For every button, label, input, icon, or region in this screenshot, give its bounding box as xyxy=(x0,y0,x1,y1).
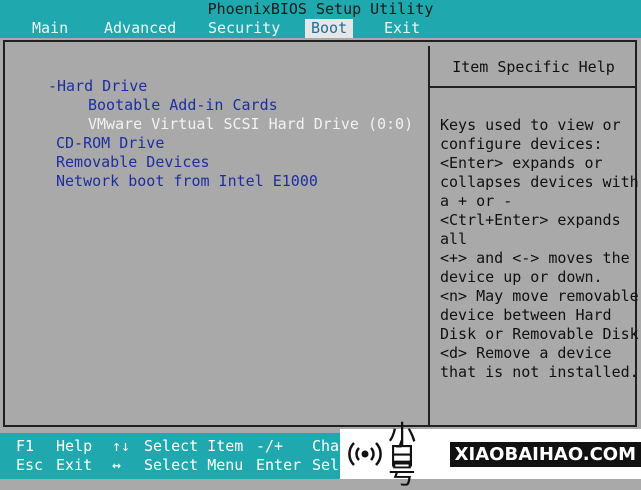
help-line: all xyxy=(440,230,468,248)
key-esc: Esc xyxy=(16,456,44,474)
help-line: <d> Remove a device xyxy=(440,344,612,362)
bios-title-bar: PhoenixBIOS Setup Utility xyxy=(0,0,641,19)
key-esc-desc: Exit xyxy=(56,456,93,474)
watermark-en-text: XIAOBAIHAO.COM xyxy=(449,441,641,467)
key-leftright: ↔ xyxy=(112,456,122,474)
bios-title: PhoenixBIOS Setup Utility xyxy=(207,0,434,18)
boot-item-network-boot[interactable]: Network boot from Intel E1000 xyxy=(56,172,318,191)
help-line: device between Hard xyxy=(440,306,612,324)
boot-item-cdrom-drive[interactable]: CD-ROM Drive xyxy=(56,134,164,153)
help-line: <Enter> expands or xyxy=(440,154,603,172)
help-line: <+> and <-> moves the xyxy=(440,249,630,267)
help-line: that is not installed. xyxy=(440,363,639,381)
watermark-banner: 小白号 XIAOBAIHAO.COM xyxy=(340,421,641,487)
menu-advanced[interactable]: Advanced xyxy=(104,19,176,38)
key-enter: Enter xyxy=(256,456,302,474)
key-f1: F1 xyxy=(16,437,35,455)
help-line: <n> May move removable xyxy=(440,287,639,305)
boot-item-hard-drive[interactable]: -Hard Drive xyxy=(48,77,147,96)
key-leftright-desc: Select Menu xyxy=(144,456,244,474)
panel-divider xyxy=(428,46,430,427)
key-updown-desc: Select Item xyxy=(144,437,244,455)
help-line: a + or - xyxy=(440,192,513,210)
help-line: collapses devices with xyxy=(440,173,639,191)
radio-wave-icon xyxy=(348,437,382,471)
boot-item-vmware-scsi-drive[interactable]: VMware Virtual SCSI Hard Drive (0:0) xyxy=(88,115,413,134)
boot-item-removable-devices[interactable]: Removable Devices xyxy=(56,153,210,172)
help-text: Keys used to view or configure devices: … xyxy=(440,116,639,382)
help-line: Keys used to view or xyxy=(440,116,621,134)
help-title: Item Specific Help xyxy=(452,58,615,76)
help-line: Disk or Removable Disk xyxy=(440,325,639,343)
menu-security[interactable]: Security xyxy=(208,19,280,38)
boot-item-bootable-add-in-cards[interactable]: Bootable Add-in Cards xyxy=(88,96,278,115)
menu-bar: Main Advanced Security Boot Exit xyxy=(0,19,641,38)
help-separator xyxy=(430,86,635,88)
help-line: configure devices: xyxy=(440,135,603,153)
menu-boot[interactable]: Boot xyxy=(305,19,354,38)
key-plus-minus: -/+ xyxy=(256,437,284,455)
key-f1-desc: Help xyxy=(56,437,93,455)
menu-main[interactable]: Main xyxy=(32,19,68,38)
help-line: device up or down. xyxy=(440,268,603,286)
watermark-cn-text: 小白号 xyxy=(388,418,418,490)
help-line: <Ctrl+Enter> expands xyxy=(440,211,621,229)
key-updown: ↑↓ xyxy=(112,437,131,455)
menu-exit[interactable]: Exit xyxy=(384,19,420,38)
